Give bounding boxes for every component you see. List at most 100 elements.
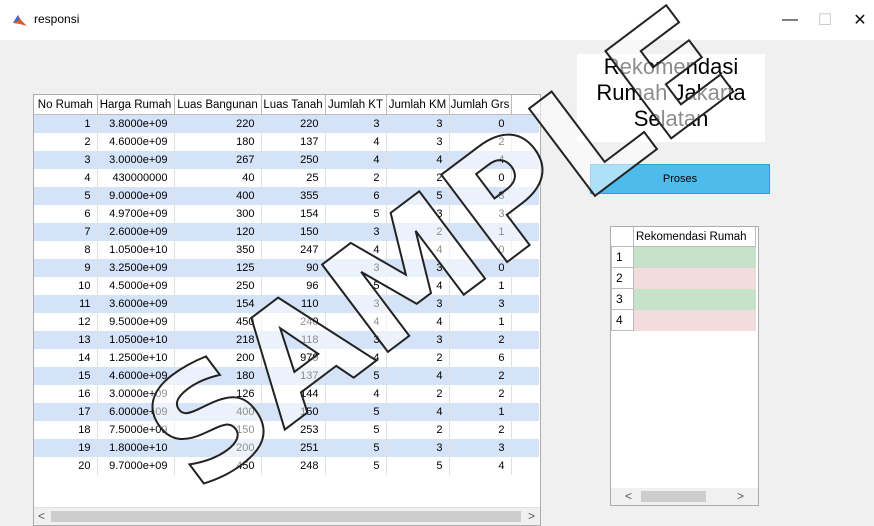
table-cell[interactable]: 250: [174, 277, 262, 295]
table-cell[interactable]: 2: [449, 421, 512, 439]
table-cell[interactable]: 355: [261, 187, 326, 205]
table-cell[interactable]: 450: [174, 457, 262, 475]
table-cell[interactable]: 154: [261, 205, 326, 223]
table-row[interactable]: 14 1.2500e+10 200 979 4 2 6: [34, 349, 539, 367]
table-cell[interactable]: 110: [261, 295, 326, 313]
table-cell[interactable]: 150: [261, 403, 326, 421]
table-cell[interactable]: 1: [449, 403, 512, 421]
table-cell[interactable]: 3.2500e+09: [97, 259, 175, 277]
table-cell[interactable]: 200: [174, 439, 262, 457]
table-cell[interactable]: 5: [325, 205, 387, 223]
table-cell[interactable]: 253: [261, 421, 326, 439]
table-cell[interactable]: 3: [386, 114, 450, 133]
table-cell[interactable]: 15: [34, 367, 98, 385]
table-cell[interactable]: 13: [34, 331, 98, 349]
column-header-luas-tanah[interactable]: Luas Tanah: [261, 95, 326, 115]
scroll-right-arrow-icon[interactable]: >: [528, 509, 535, 523]
table-row[interactable]: 12 9.5000e+09 450 240 4 4 1: [34, 313, 539, 331]
table-cell[interactable]: 3.0000e+09: [97, 385, 175, 403]
table-cell[interactable]: 1: [449, 277, 512, 295]
table-cell[interactable]: 17: [34, 403, 98, 421]
table-cell[interactable]: 4: [386, 313, 450, 331]
table-cell[interactable]: 0: [449, 241, 512, 259]
table-cell[interactable]: 5: [325, 457, 387, 475]
column-header-jumlah-km[interactable]: Jumlah KM: [386, 95, 450, 115]
table-row[interactable]: 5 9.0000e+09 400 355 6 5 3: [34, 187, 539, 205]
table-cell[interactable]: 450: [174, 313, 262, 331]
table-cell[interactable]: 3: [449, 205, 512, 223]
table-cell[interactable]: 4: [325, 151, 387, 169]
table-cell[interactable]: 979: [261, 349, 326, 367]
table-row[interactable]: 13 1.0500e+10 218 118 3 3 2: [34, 331, 539, 349]
table-cell[interactable]: 20: [34, 457, 98, 475]
table-row[interactable]: 9 3.2500e+09 125 90 3 3 0: [34, 259, 539, 277]
table-cell[interactable]: 400: [174, 403, 262, 421]
table-cell[interactable]: 4: [386, 241, 450, 259]
table-row[interactable]: 20 9.7000e+09 450 248 5 5 4: [34, 457, 539, 475]
table-cell[interactable]: 5: [325, 277, 387, 295]
table-cell[interactable]: 90: [261, 259, 326, 277]
table-cell[interactable]: 4.5000e+09: [97, 277, 175, 295]
table-cell[interactable]: 18: [34, 421, 98, 439]
scroll-left-arrow-icon[interactable]: <: [38, 509, 45, 523]
table-cell[interactable]: 7.5000e+09: [97, 421, 175, 439]
table-cell[interactable]: 9.0000e+09: [97, 187, 175, 205]
table-cell[interactable]: 6: [449, 349, 512, 367]
table-cell[interactable]: 1.0500e+10: [97, 331, 175, 349]
table-cell[interactable]: 5: [386, 457, 450, 475]
table-cell[interactable]: 9: [34, 259, 98, 277]
table-cell[interactable]: 9.5000e+09: [97, 313, 175, 331]
table-cell[interactable]: 4: [325, 349, 387, 367]
table-cell[interactable]: 25: [261, 169, 326, 187]
rekomendasi-row[interactable]: 1: [611, 246, 756, 268]
table-cell[interactable]: 250: [261, 151, 326, 169]
table-cell[interactable]: 251: [261, 439, 326, 457]
table-cell[interactable]: 200: [174, 349, 262, 367]
table-horizontal-scrollbar[interactable]: < >: [34, 507, 540, 525]
table-cell[interactable]: 2: [449, 133, 512, 151]
table-cell[interactable]: 125: [174, 259, 262, 277]
table-row[interactable]: 1 3.8000e+09 220 220 3 3 0: [34, 114, 539, 133]
table-cell[interactable]: 248: [261, 457, 326, 475]
table-cell[interactable]: 2: [386, 421, 450, 439]
column-header-no-rumah[interactable]: No Rumah: [34, 95, 98, 115]
table-row[interactable]: 4 430000000 40 25 2 2 0: [34, 169, 539, 187]
rek-scroll-left-arrow-icon[interactable]: <: [625, 489, 632, 503]
table-cell[interactable]: 6.0000e+09: [97, 403, 175, 421]
table-cell[interactable]: 4: [34, 169, 98, 187]
table-cell[interactable]: 2: [386, 349, 450, 367]
table-cell[interactable]: 2: [449, 331, 512, 349]
table-cell[interactable]: 5: [325, 439, 387, 457]
column-header-rekomendasi-rumah[interactable]: Rekomendasi Rumah: [633, 227, 756, 247]
table-cell[interactable]: 2.6000e+09: [97, 223, 175, 241]
table-cell[interactable]: 220: [261, 114, 326, 133]
rekomendasi-row[interactable]: 4: [611, 309, 756, 331]
rekomendasi-row[interactable]: 2: [611, 267, 756, 289]
table-cell[interactable]: 5: [325, 367, 387, 385]
table-cell[interactable]: 5: [325, 421, 387, 439]
table-cell[interactable]: 118: [261, 331, 326, 349]
table-cell[interactable]: 2: [386, 169, 450, 187]
table-row[interactable]: 3 3.0000e+09 267 250 4 4 4: [34, 151, 539, 169]
table-cell[interactable]: 247: [261, 241, 326, 259]
maximize-button[interactable]: ☐: [810, 8, 840, 32]
table-cell[interactable]: 220: [174, 114, 262, 133]
table-cell[interactable]: 3: [449, 187, 512, 205]
rek-scrollbar-thumb[interactable]: [641, 491, 706, 502]
table-cell[interactable]: 7: [34, 223, 98, 241]
table-cell[interactable]: 3: [325, 331, 387, 349]
table-cell[interactable]: 1: [449, 313, 512, 331]
table-cell[interactable]: 3: [325, 114, 387, 133]
minimize-button[interactable]: —: [775, 8, 805, 32]
close-button[interactable]: ✕: [845, 8, 874, 32]
table-cell[interactable]: 0: [449, 259, 512, 277]
table-cell[interactable]: 3.8000e+09: [97, 114, 175, 133]
table-cell[interactable]: 2: [449, 367, 512, 385]
table-cell[interactable]: 4: [325, 241, 387, 259]
table-cell[interactable]: 3: [449, 295, 512, 313]
table-cell[interactable]: 3: [34, 151, 98, 169]
table-cell[interactable]: 3: [386, 205, 450, 223]
table-cell[interactable]: 19: [34, 439, 98, 457]
table-row[interactable]: 10 4.5000e+09 250 96 5 4 1: [34, 277, 539, 295]
table-cell[interactable]: 3: [386, 259, 450, 277]
